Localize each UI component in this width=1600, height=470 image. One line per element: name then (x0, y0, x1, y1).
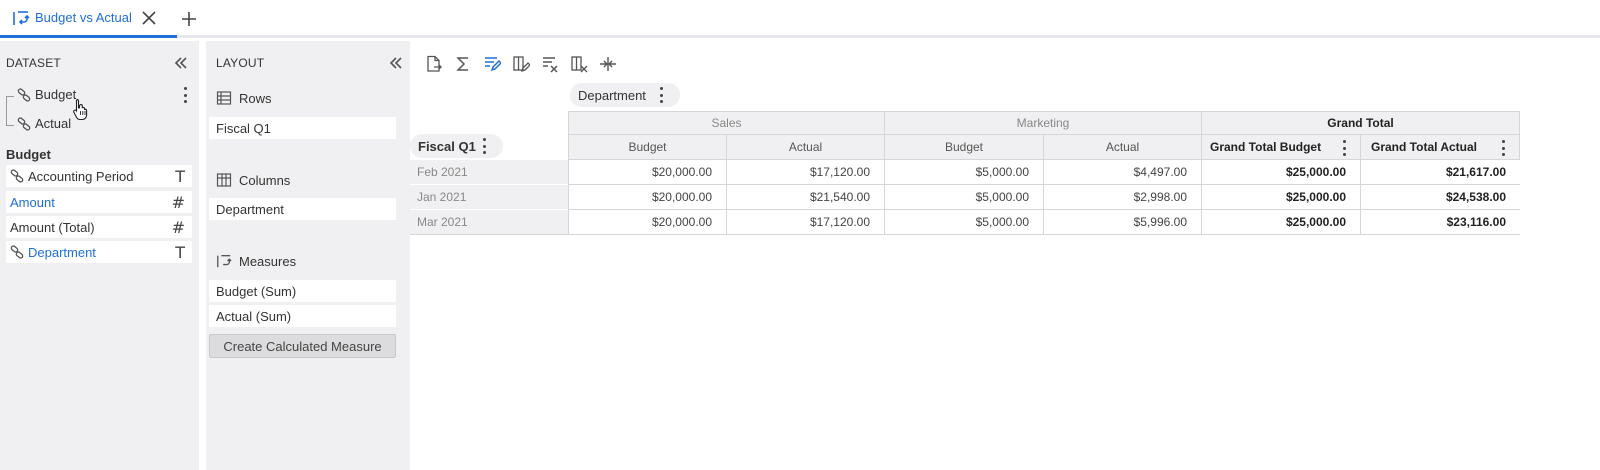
clear-format-icon[interactable] (541, 55, 559, 73)
pivot-toolbar (425, 54, 628, 74)
table-cell[interactable]: $20,000.00 (568, 185, 727, 210)
hand-cursor-icon (73, 98, 88, 120)
chip-label: Fiscal Q1 (418, 138, 476, 154)
edit-format-icon[interactable] (483, 55, 501, 73)
export-icon[interactable] (425, 55, 443, 73)
table-cell[interactable]: $5,000.00 (885, 160, 1044, 185)
table-cell[interactable]: $20,000.00 (568, 210, 727, 235)
field-label: Department (28, 244, 96, 260)
table-cell[interactable]: $21,540.00 (727, 185, 885, 210)
close-icon[interactable] (141, 10, 157, 26)
add-tab-icon[interactable] (180, 10, 198, 28)
column-group-header: Grand Total (1202, 111, 1520, 135)
row-header[interactable]: Mar 2021 (410, 210, 568, 235)
column-dimension-chip[interactable]: Department (570, 83, 680, 107)
field-amount[interactable]: Amount # (6, 191, 192, 213)
column-header[interactable]: Actual (727, 135, 885, 160)
text-type-icon: T (175, 167, 185, 186)
dataset-panel: DATASET Budget Actual Budget Accounting … (0, 41, 199, 470)
dataset-source-budget[interactable]: Budget (17, 87, 76, 102)
column-menu-icon[interactable] (1501, 140, 1505, 156)
column-menu-icon[interactable] (1342, 140, 1346, 156)
field-label: Accounting Period (28, 168, 134, 184)
dataset-source-label: Budget (35, 87, 77, 102)
tab-title: Budget vs Actual (35, 10, 132, 25)
column-header-grand-total-actual[interactable]: Grand Total Actual (1361, 135, 1520, 160)
table-cell[interactable]: $5,000.00 (885, 210, 1044, 235)
columns-section-header: Columns (216, 172, 290, 188)
row-dimension-chip[interactable]: Fiscal Q1 (410, 134, 503, 158)
column-group-header: Marketing (885, 111, 1202, 135)
table-cell[interactable]: $17,120.00 (727, 210, 885, 235)
table-cell[interactable]: $4,497.00 (1044, 160, 1202, 185)
number-type-icon: # (171, 193, 185, 212)
dataset-source-menu-icon[interactable] (183, 87, 187, 103)
rows-section-header: Rows (216, 90, 272, 106)
field-label: Amount (Total) (10, 219, 95, 235)
measures-section-header: Measures (216, 253, 296, 269)
table-cell[interactable]: $25,000.00 (1202, 185, 1361, 210)
tab-budget-vs-actual[interactable]: Budget vs Actual (0, 0, 177, 38)
layout-title: LAYOUT (216, 56, 265, 70)
table-cell[interactable]: $20,000.00 (568, 160, 727, 185)
dataset-source-label: Actual (35, 116, 72, 131)
column-header[interactable]: Budget (885, 135, 1044, 160)
columns-label: Columns (239, 172, 291, 188)
rows-icon (216, 91, 232, 105)
text-type-icon: T (175, 243, 185, 262)
number-type-icon: # (171, 218, 185, 237)
table-cell[interactable]: $5,000.00 (885, 185, 1044, 210)
link-icon (17, 116, 31, 131)
sum-icon[interactable] (454, 55, 472, 73)
collapse-left-icon[interactable] (388, 55, 404, 71)
tree-bracket (6, 96, 14, 126)
collapse-columns-icon[interactable] (599, 55, 617, 73)
field-group-label: Budget (6, 147, 51, 162)
tab-bar: Budget vs Actual (0, 0, 1600, 38)
create-calculated-measure-button[interactable]: Create Calculated Measure (209, 334, 396, 358)
table-cell[interactable]: $21,617.00 (1361, 160, 1520, 185)
column-header-label: Grand Total Budget (1210, 140, 1322, 154)
pivot-icon (13, 10, 30, 25)
column-header-label: Grand Total Actual (1371, 140, 1478, 154)
field-amount-total[interactable]: Amount (Total) # (6, 216, 192, 238)
row-header[interactable]: Feb 2021 (410, 160, 568, 185)
table-cell[interactable]: $5,996.00 (1044, 210, 1202, 235)
table-cell[interactable]: $25,000.00 (1202, 210, 1361, 235)
field-department[interactable]: Department T (6, 241, 192, 263)
link-icon (17, 87, 31, 102)
rows-item[interactable]: Fiscal Q1 (209, 117, 396, 139)
table-cell[interactable]: $2,998.00 (1044, 185, 1202, 210)
table-cell[interactable]: $17,120.00 (727, 160, 885, 185)
dataset-title: DATASET (6, 56, 61, 70)
measure-item[interactable]: Budget (Sum) (209, 280, 396, 302)
dataset-source-actual[interactable]: Actual (17, 116, 71, 131)
clear-columns-icon[interactable] (570, 55, 588, 73)
edit-columns-icon[interactable] (512, 55, 530, 73)
table-cell[interactable]: $25,000.00 (1202, 160, 1361, 185)
column-header[interactable]: Actual (1044, 135, 1202, 160)
columns-item[interactable]: Department (209, 198, 396, 220)
collapse-left-icon[interactable] (173, 55, 189, 71)
rows-label: Rows (239, 90, 272, 106)
layout-panel: LAYOUT Rows Fiscal Q1 Columns Department… (206, 41, 410, 470)
measures-label: Measures (239, 253, 297, 269)
column-group-header: Sales (568, 111, 885, 135)
link-icon (10, 245, 24, 259)
column-header[interactable]: Budget (568, 135, 727, 160)
table-cell[interactable]: $23,116.00 (1361, 210, 1520, 235)
chip-label: Department (578, 87, 646, 103)
columns-icon (216, 173, 232, 187)
column-header-grand-total-budget[interactable]: Grand Total Budget (1202, 135, 1361, 160)
field-accounting-period[interactable]: Accounting Period T (6, 165, 192, 187)
pivot-icon (217, 255, 232, 268)
row-header[interactable]: Jan 2021 (410, 185, 568, 210)
link-icon (10, 169, 24, 183)
chip-menu-icon[interactable] (659, 87, 663, 103)
measure-item[interactable]: Actual (Sum) (209, 305, 396, 327)
field-label: Amount (10, 194, 55, 210)
table-cell[interactable]: $24,538.00 (1361, 185, 1520, 210)
panel-divider[interactable] (199, 41, 206, 470)
chip-menu-icon[interactable] (482, 138, 486, 154)
